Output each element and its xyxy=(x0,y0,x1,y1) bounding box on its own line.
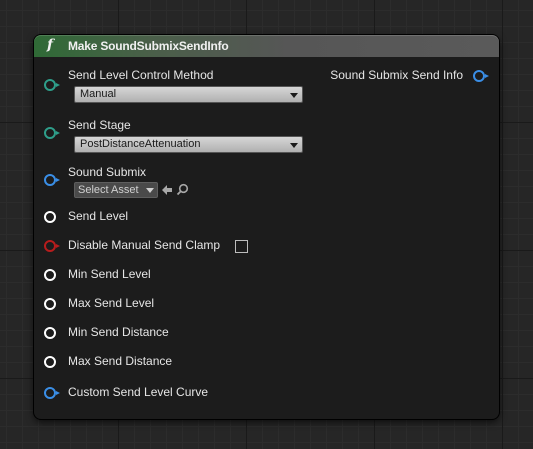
sound-submix-pin[interactable] xyxy=(44,174,60,186)
disable-manual-send-clamp-pin[interactable] xyxy=(44,240,60,252)
send-level-control-method-pin[interactable] xyxy=(44,79,60,91)
min-send-level-pin[interactable] xyxy=(44,269,56,281)
send-stage-pin[interactable] xyxy=(44,127,60,139)
sound-submix-label: Sound Submix xyxy=(68,165,147,179)
max-send-distance-label: Max Send Distance xyxy=(68,354,173,368)
node-title: Make SoundSubmixSendInfo xyxy=(68,39,229,53)
asset-value: Select Asset xyxy=(78,184,139,196)
min-send-level-label: Min Send Level xyxy=(68,267,151,281)
min-send-distance-label: Min Send Distance xyxy=(68,325,169,339)
search-icon[interactable] xyxy=(176,183,189,196)
max-send-distance-pin[interactable] xyxy=(44,356,56,368)
dropdown-value: Manual xyxy=(80,88,117,100)
left-arrow-icon[interactable] xyxy=(161,184,173,196)
chevron-down-icon xyxy=(290,93,298,98)
node-header[interactable]: f Make SoundSubmixSendInfo xyxy=(34,35,499,57)
send-level-control-method-dropdown[interactable]: Manual xyxy=(74,86,303,103)
max-send-level-pin[interactable] xyxy=(44,298,56,310)
max-send-level-label: Max Send Level xyxy=(68,296,155,310)
output-label: Sound Submix Send Info xyxy=(330,68,463,82)
min-send-distance-pin[interactable] xyxy=(44,327,56,339)
disable-manual-send-clamp-label: Disable Manual Send Clamp xyxy=(68,238,221,252)
custom-send-level-curve-pin[interactable] xyxy=(44,387,60,399)
send-level-control-method-label: Send Level Control Method xyxy=(68,68,214,82)
chevron-down-icon xyxy=(146,188,154,193)
disable-manual-send-clamp-checkbox[interactable] xyxy=(235,240,248,253)
function-icon: f xyxy=(47,37,54,53)
send-stage-dropdown[interactable]: PostDistanceAttenuation xyxy=(74,136,303,153)
blueprint-node[interactable]: f Make SoundSubmixSendInfo Sound Submix … xyxy=(34,35,499,419)
send-level-pin[interactable] xyxy=(44,211,56,223)
select-asset-dropdown[interactable]: Select Asset xyxy=(74,182,158,198)
chevron-down-icon xyxy=(290,143,298,148)
output-pin[interactable] xyxy=(473,70,489,82)
dropdown-value: PostDistanceAttenuation xyxy=(80,138,201,150)
custom-send-level-curve-label: Custom Send Level Curve xyxy=(68,385,209,399)
send-level-label: Send Level xyxy=(68,209,129,223)
send-stage-label: Send Stage xyxy=(68,118,131,132)
